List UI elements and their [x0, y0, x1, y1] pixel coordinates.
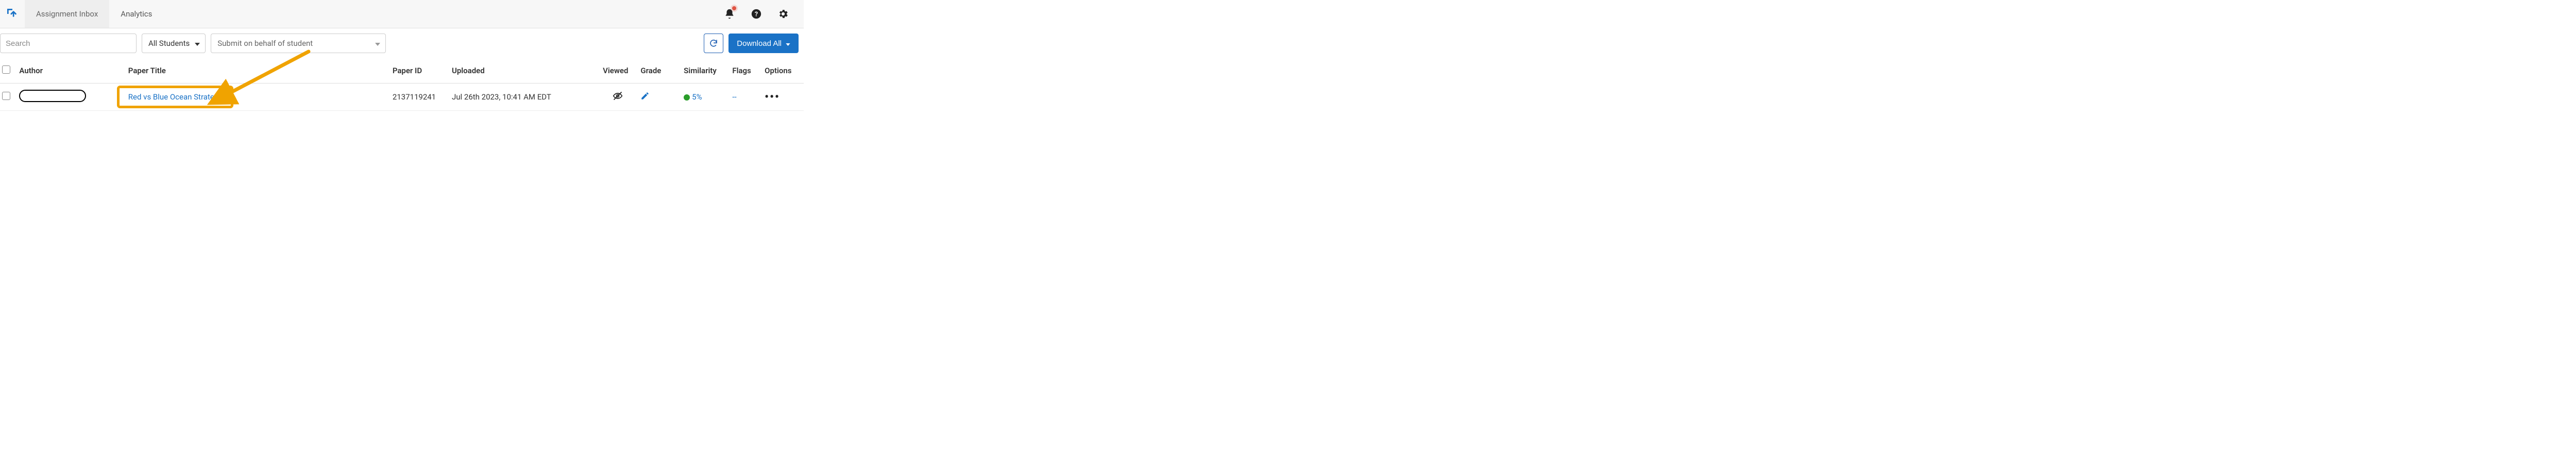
pencil-icon [640, 91, 650, 101]
students-filter-label: All Students [148, 39, 190, 48]
column-header-paper-title[interactable]: Paper Title [124, 58, 388, 84]
column-header-options[interactable]: Options [760, 58, 804, 84]
submit-on-behalf-label: Submit on behalf of student [217, 39, 313, 48]
column-header-similarity[interactable]: Similarity [680, 58, 728, 84]
refresh-button[interactable] [704, 34, 723, 53]
notifications-button[interactable] [723, 8, 736, 20]
tab-analytics[interactable]: Analytics [109, 0, 163, 28]
similarity-pct: 5% [692, 92, 702, 102]
search-input[interactable] [0, 34, 137, 53]
select-all-checkbox[interactable] [2, 65, 10, 74]
toolbar: All Students Submit on behalf of student… [0, 28, 804, 58]
column-header-grade[interactable]: Grade [636, 58, 680, 84]
help-button[interactable]: ? [750, 8, 762, 20]
edit-grade-button[interactable] [640, 93, 650, 103]
not-viewed-icon [613, 94, 623, 103]
submit-on-behalf-select[interactable]: Submit on behalf of student [211, 34, 386, 53]
gear-icon [777, 8, 789, 20]
paper-id-value: 2137119241 [388, 84, 448, 111]
refresh-icon [709, 39, 718, 48]
table-row: Red vs Blue Ocean Strategy 2137119241 Ju… [0, 84, 804, 111]
download-all-button[interactable]: Download All [728, 34, 799, 53]
help-icon: ? [751, 8, 762, 20]
column-header-uploaded[interactable]: Uploaded [448, 58, 599, 84]
column-header-viewed[interactable]: Viewed [599, 58, 636, 84]
caret-down-icon [375, 39, 380, 48]
paper-title-link[interactable]: Red vs Blue Ocean Strategy [128, 92, 222, 102]
students-filter-select[interactable]: All Students [142, 34, 206, 53]
author-redacted [19, 90, 86, 102]
uploaded-value: Jul 26th 2023, 10:41 AM EDT [448, 84, 599, 111]
row-checkbox[interactable] [2, 92, 10, 100]
similarity-dot [684, 94, 690, 101]
options-menu-button[interactable]: ••• [765, 91, 780, 104]
caret-down-icon [786, 39, 790, 48]
caret-down-icon [195, 39, 200, 48]
top-navbar: Assignment Inbox Analytics ? [0, 0, 804, 28]
submissions-table: Author Paper Title Paper ID Uploaded Vie… [0, 58, 804, 111]
notification-dot [732, 6, 736, 10]
tab-assignment-inbox[interactable]: Assignment Inbox [25, 0, 109, 28]
similarity-link[interactable]: 5% [684, 92, 702, 102]
svg-text:?: ? [755, 11, 758, 19]
app-logo [0, 0, 25, 28]
settings-button[interactable] [777, 8, 789, 20]
download-all-label: Download All [737, 39, 782, 48]
tab-label: Assignment Inbox [36, 9, 98, 19]
column-header-paper-id[interactable]: Paper ID [388, 58, 448, 84]
flags-value: -- [732, 92, 736, 102]
tab-label: Analytics [121, 9, 152, 19]
column-header-flags[interactable]: Flags [728, 58, 760, 84]
column-header-author[interactable]: Author [16, 58, 124, 84]
